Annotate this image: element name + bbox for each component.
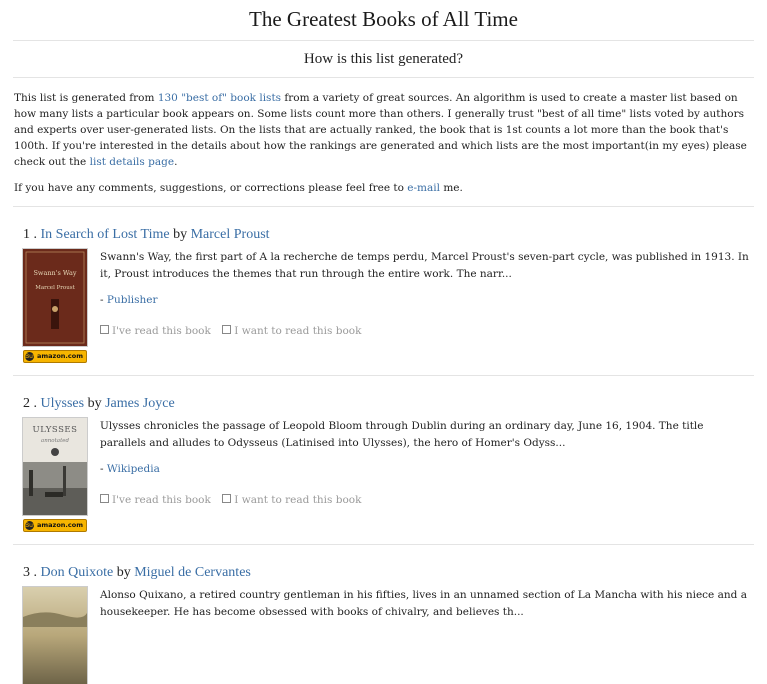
book-title-link[interactable]: Don Quixote	[41, 565, 114, 580]
contact-text: If you have any comments, suggestions, o…	[14, 182, 408, 194]
reading-checkboxes: I've read this book I want to read this …	[100, 492, 754, 509]
book-rank: 3 .	[23, 565, 37, 580]
buy-amazon-button[interactable]: Buy amazon.com	[23, 519, 87, 532]
checkbox-box[interactable]	[100, 325, 109, 334]
read-checkbox[interactable]: I've read this book	[100, 325, 211, 337]
intro-text: This list is generated from	[14, 92, 158, 104]
want-label: I want to read this book	[234, 494, 362, 506]
checkbox-box[interactable]	[222, 494, 232, 503]
book-title-link[interactable]: In Search of Lost Time	[41, 227, 170, 242]
book-cover-image[interactable]: ULYSSES annotated	[23, 418, 87, 515]
book-description: Alonso Quixano, a retired country gentle…	[100, 589, 747, 618]
reading-checkboxes: I've read this book I want to read this …	[100, 323, 754, 340]
book-entry: 3 . Don Quixote by Miguel de Cervantes A…	[13, 545, 754, 684]
contact-paragraph: If you have any comments, suggestions, o…	[14, 180, 753, 196]
by-label: by	[116, 565, 131, 580]
book-rank: 2 .	[23, 396, 37, 411]
want-to-read-checkbox[interactable]: I want to read this book	[222, 494, 362, 506]
book-source: - Wikipedia	[100, 461, 754, 478]
page-title: The Greatest Books of All Time	[13, 0, 754, 41]
how-generated-heading: How is this list generated?	[13, 41, 754, 78]
checkbox-box[interactable]	[222, 325, 232, 334]
author-link[interactable]: James Joyce	[105, 396, 175, 411]
page: The Greatest Books of All Time How is th…	[13, 0, 754, 684]
cover-title-text: Swann's Way	[33, 269, 76, 277]
book-rank: 1 .	[23, 227, 37, 242]
book-entry: 2 . Ulysses by James Joyce ULYSSES annot…	[13, 376, 754, 545]
book-title-link[interactable]: Ulysses	[41, 396, 85, 411]
checkbox-box[interactable]	[100, 494, 109, 503]
email-link[interactable]: e-mail	[407, 182, 440, 194]
amazon-label: amazon.com	[37, 352, 83, 360]
buy-icon: Buy	[25, 352, 37, 361]
read-label: I've read this book	[112, 494, 211, 506]
author-link[interactable]: Marcel Proust	[191, 227, 270, 242]
source-prefix: -	[100, 463, 107, 475]
intro-text: .	[174, 156, 178, 168]
book-heading: 2 . Ulysses by James Joyce	[23, 396, 754, 412]
cover-art: ULYSSES annotated	[23, 418, 87, 515]
cover-author-text: Marcel Proust	[35, 285, 75, 291]
contact-text: me.	[439, 182, 463, 194]
book-cover-image[interactable]	[23, 587, 87, 684]
book-entry: 1 . In Search of Lost Time by Marcel Pro…	[13, 207, 754, 376]
by-label: by	[173, 227, 188, 242]
by-label: by	[87, 396, 102, 411]
want-label: I want to read this book	[234, 325, 362, 337]
read-checkbox[interactable]: I've read this book	[100, 494, 211, 506]
source-link[interactable]: Wikipedia	[107, 463, 160, 475]
want-to-read-checkbox[interactable]: I want to read this book	[222, 325, 362, 337]
cover-art	[23, 587, 87, 684]
intro-section: This list is generated from 130 "best of…	[13, 78, 754, 207]
book-heading: 1 . In Search of Lost Time by Marcel Pro…	[23, 227, 754, 243]
book-description: Ulysses chronicles the passage of Leopol…	[100, 420, 704, 449]
read-label: I've read this book	[112, 325, 211, 337]
book-description: Swann's Way, the first part of A la rech…	[100, 251, 749, 280]
intro-paragraph: This list is generated from 130 "best of…	[14, 90, 753, 170]
list-details-link[interactable]: list details page	[90, 156, 174, 168]
amazon-label: amazon.com	[37, 521, 83, 529]
cover-title-text: ULYSSES	[33, 425, 78, 435]
cover-art: Swann's Way Marcel Proust	[23, 249, 87, 346]
cover-subtitle-text: annotated	[41, 438, 70, 444]
book-source: - Publisher	[100, 292, 754, 309]
book-heading: 3 . Don Quixote by Miguel de Cervantes	[23, 565, 754, 581]
source-link[interactable]: Publisher	[107, 294, 158, 306]
buy-amazon-button[interactable]: Buy amazon.com	[23, 350, 87, 363]
source-prefix: -	[100, 294, 107, 306]
author-link[interactable]: Miguel de Cervantes	[134, 565, 251, 580]
buy-icon: Buy	[25, 521, 37, 530]
best-of-lists-link[interactable]: 130 "best of" book lists	[158, 92, 281, 104]
book-cover-image[interactable]: Swann's Way Marcel Proust	[23, 249, 87, 346]
